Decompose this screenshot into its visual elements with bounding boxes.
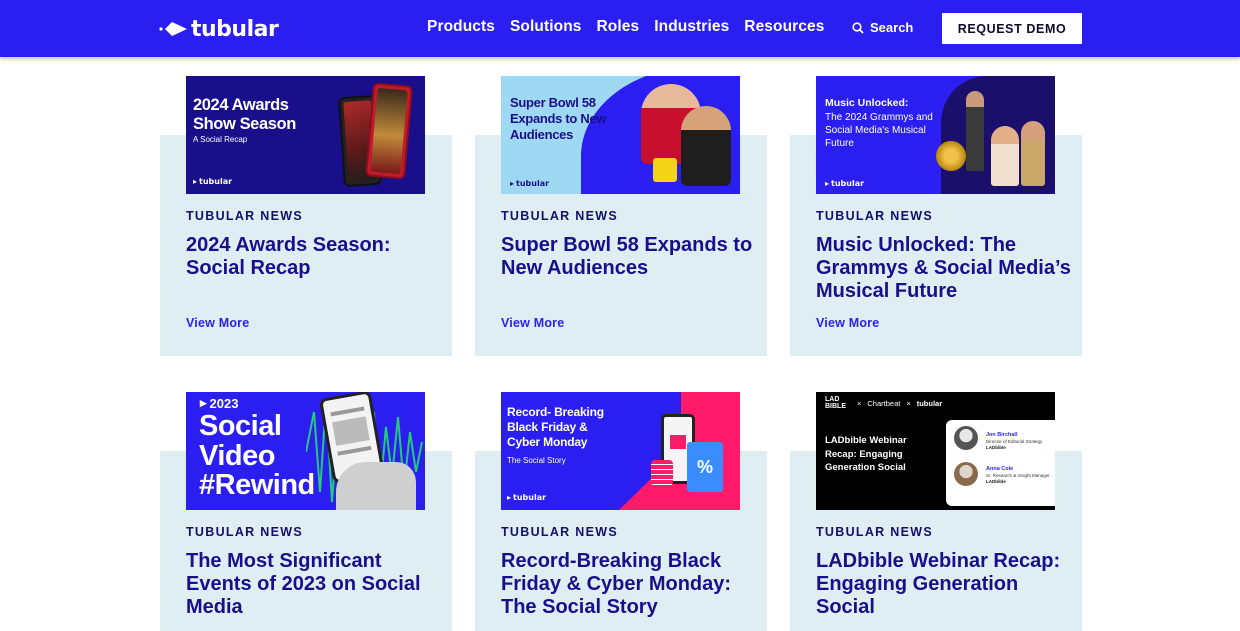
- thumb-logo-text: tubular: [199, 177, 233, 186]
- thumb-logo: ▸ tubular: [510, 179, 549, 188]
- thumb-headline: Social Video #Rewind: [199, 410, 315, 501]
- view-more-link[interactable]: View More: [186, 316, 249, 330]
- main-nav: Products Solutions Roles Industries Reso…: [427, 18, 839, 36]
- thumb-subtitle: A Social Recap: [193, 135, 248, 144]
- performer-image: [991, 126, 1019, 186]
- tubular-arrow-icon: ▸: [825, 179, 830, 188]
- thumb-logo-text: tubular: [516, 179, 550, 188]
- card-kicker: TUBULAR NEWS: [816, 209, 933, 223]
- hand-image: [336, 462, 416, 510]
- tubular-logo: tubular: [916, 398, 943, 408]
- card-title[interactable]: Music Unlocked: The Grammys & Social Med…: [816, 234, 1078, 303]
- view-more-link[interactable]: View More: [816, 316, 879, 330]
- search-label: Search: [870, 20, 914, 35]
- coins-icon: [651, 460, 673, 486]
- article-thumbnail[interactable]: 2024 Awards Show Season A Social Recap ▸…: [186, 76, 425, 194]
- article-thumbnail[interactable]: Music Unlocked: The 2024 Grammys and Soc…: [816, 76, 1055, 194]
- card-title[interactable]: The Most Significant Events of 2023 on S…: [186, 550, 448, 619]
- phone-image: [364, 82, 414, 180]
- tubular-arrow-icon: ▸: [193, 177, 198, 186]
- card-title[interactable]: Super Bowl 58 Expands to New Audiences: [501, 234, 763, 280]
- card-kicker: TUBULAR NEWS: [501, 209, 618, 223]
- top-navigation-bar: tubular Products Solutions Roles Industr…: [0, 0, 1240, 57]
- card-kicker: TUBULAR NEWS: [501, 525, 618, 539]
- card-kicker: TUBULAR NEWS: [186, 525, 303, 539]
- article-thumbnail[interactable]: LAD BIBLE × Chartbeat × tubular LADbible…: [816, 392, 1055, 510]
- card-kicker: TUBULAR NEWS: [186, 209, 303, 223]
- thumb-logo: ▸ 2023: [200, 395, 238, 411]
- speaker-photo: [954, 462, 978, 486]
- logo-text: tubular: [191, 16, 279, 42]
- thumb-logo-text: tubular: [513, 493, 547, 502]
- thumb-year: 2023: [209, 395, 239, 411]
- view-more-link[interactable]: View More: [501, 316, 564, 330]
- performer-image: [1021, 121, 1045, 186]
- thumb-logo: ▸ tubular: [193, 177, 232, 186]
- thumb-headline: 2024 Awards Show Season: [193, 96, 296, 133]
- search-icon: [852, 21, 864, 34]
- thumb-logo: ▸ tubular: [825, 179, 864, 188]
- speaker-org: LADbible: [986, 479, 1006, 484]
- nav-solutions[interactable]: Solutions: [510, 18, 582, 36]
- card-title[interactable]: Record-Breaking Black Friday & Cyber Mon…: [501, 550, 763, 619]
- chartbeat-logo: Chartbeat: [867, 398, 901, 408]
- thumb-logo: ▸ tubular: [507, 493, 546, 502]
- tubular-arrow-icon: ▸: [507, 493, 512, 502]
- ladbible-logo: LAD BIBLE: [825, 396, 846, 410]
- article-thumbnail[interactable]: Record- Breaking Black Friday & Cyber Mo…: [501, 392, 740, 510]
- thumb-headline: Music Unlocked:: [825, 97, 909, 109]
- speaker-role: Sr. Research & Insight Manager: [986, 473, 1050, 478]
- speaker-role: Director of Editorial Strategy: [986, 439, 1043, 444]
- character-image: [653, 158, 677, 182]
- tubular-arrow-icon: ▸: [510, 179, 515, 188]
- card-kicker: TUBULAR NEWS: [816, 525, 933, 539]
- performer-image: [966, 91, 984, 171]
- card-title[interactable]: 2024 Awards Season: Social Recap: [186, 234, 448, 280]
- card-title[interactable]: LADbible Webinar Recap: Engaging Generat…: [816, 550, 1078, 619]
- speaker-org: LADbible: [986, 445, 1006, 450]
- nav-resources[interactable]: Resources: [744, 18, 824, 36]
- people-image: [681, 106, 731, 186]
- shopping-bag-icon: %: [687, 442, 723, 492]
- speaker-photo: [954, 426, 978, 450]
- speaker-name: Anna Cole: [986, 466, 1014, 472]
- nav-products[interactable]: Products: [427, 18, 495, 36]
- percent-label: %: [696, 456, 713, 477]
- thumb-headline: Record- Breaking Black Friday & Cyber Mo…: [507, 405, 604, 449]
- search-button[interactable]: Search: [852, 20, 913, 35]
- thumb-headline: LADbible Webinar Recap: Engaging Generat…: [825, 435, 907, 473]
- thumb-subtitle: The Social Story: [507, 456, 566, 465]
- brand-strip: LAD BIBLE × Chartbeat × tubular: [825, 396, 942, 410]
- separator: ×: [857, 398, 862, 408]
- nav-industries[interactable]: Industries: [654, 18, 729, 36]
- tubular-arrow-icon: ▸: [200, 395, 207, 410]
- tubular-logo[interactable]: tubular: [159, 14, 279, 44]
- thumb-logo-text: tubular: [831, 179, 865, 188]
- speaker-panel: Jon Birchall Director of Editorial Strat…: [946, 420, 1055, 506]
- thumb-headline: Super Bowl 58 Expands to New Audiences: [510, 95, 607, 142]
- request-demo-button[interactable]: REQUEST DEMO: [942, 13, 1082, 44]
- separator: ×: [906, 398, 911, 408]
- nav-roles[interactable]: Roles: [597, 18, 640, 36]
- speaker-name: Jon Birchall: [986, 432, 1018, 438]
- article-thumbnail[interactable]: ▸ 2023 Social Video #Rewind: [186, 392, 425, 510]
- article-thumbnail[interactable]: Super Bowl 58 Expands to New Audiences ▸…: [501, 76, 740, 194]
- tubular-arrow-icon: [159, 22, 187, 36]
- gramophone-image: [936, 141, 966, 171]
- thumb-subtitle: The 2024 Grammys and Social Media's Musi…: [825, 112, 933, 149]
